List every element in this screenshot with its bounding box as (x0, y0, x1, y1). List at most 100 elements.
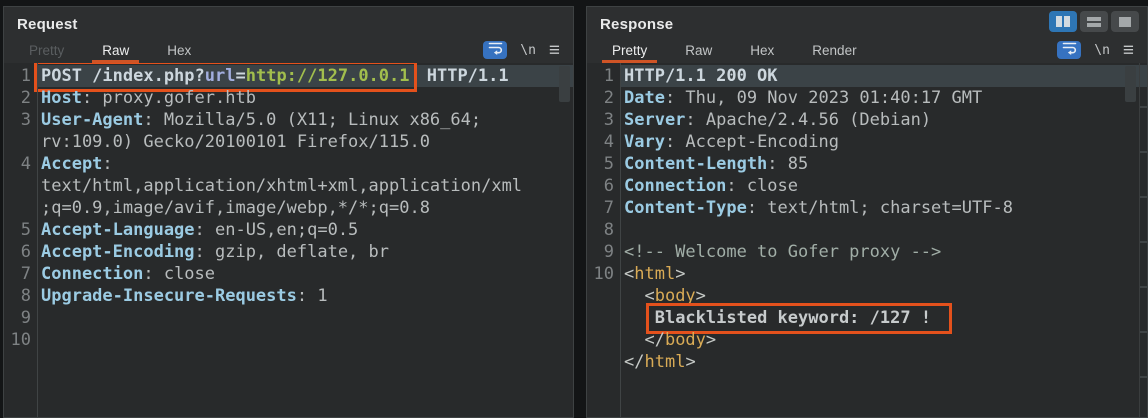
line-number: 8 (603, 220, 614, 240)
line-number: 9 (20, 308, 31, 328)
code-line: Blacklisted keyword: /127 ! (587, 303, 1147, 334)
line-content (37, 329, 573, 351)
line-number (4, 175, 37, 197)
code-segment: : close (726, 176, 799, 196)
response-panel-title: Response (600, 16, 674, 33)
word-wrap-icon (1062, 41, 1077, 60)
line-number: 1 (20, 66, 31, 86)
code-segment: http://127.0.0.1 (245, 66, 410, 86)
show-newlines-toggle[interactable]: \n (520, 43, 536, 58)
code-segment: Blacklisted keyword: /127 ! (654, 308, 932, 328)
line-content (37, 307, 573, 329)
line-content: Accept-Language: en-US,en;q=0.5 (37, 219, 573, 241)
response-scrollbar-thumb[interactable] (1125, 66, 1136, 102)
gutter-divider (37, 63, 38, 417)
code-line: </html> (587, 351, 1147, 373)
code-segment: Connection (624, 176, 727, 196)
code-segment: Connection (41, 264, 144, 284)
editor-menu-icon[interactable]: ≡ (1123, 41, 1134, 60)
code-segment: : Apache/2.4.56 (Debian) (685, 110, 932, 130)
tab-pretty[interactable]: Pretty (601, 37, 658, 63)
response-panel-header: Response (587, 7, 1147, 37)
request-tab-controls: \n ≡ (483, 41, 573, 60)
request-scrollbar-thumb[interactable] (559, 66, 570, 102)
gutter-divider (620, 63, 621, 417)
code-segment: HTTP/1.1 200 OK (624, 66, 778, 86)
editor-menu-icon[interactable]: ≡ (549, 41, 560, 60)
tab-raw[interactable]: Raw (92, 37, 140, 63)
layout-buttons (1049, 11, 1139, 32)
code-line: 2 Date: Thu, 09 Nov 2023 01:40:17 GMT (587, 87, 1147, 109)
line-content: Date: Thu, 09 Nov 2023 01:40:17 GMT (620, 87, 1147, 109)
code-segment: : text/html; charset=UTF-8 (746, 198, 1013, 218)
code-line: 5 Content-Length: 85 (587, 153, 1147, 175)
request-tabbar: Pretty Raw Hex \n ≡ (4, 37, 573, 63)
line-number (4, 131, 37, 153)
line-number (587, 329, 620, 351)
code-line: 3 Server: Apache/2.4.56 (Debian) (587, 109, 1147, 131)
code-segment: User-Agent (41, 110, 144, 130)
code-segment: Content-Length (624, 154, 768, 174)
line-content: Server: Apache/2.4.56 (Debian) (620, 109, 1147, 131)
tab-pretty[interactable]: Pretty (21, 37, 72, 63)
code-line: 10 (4, 329, 573, 351)
layout-btn-columns-view[interactable] (1049, 11, 1077, 32)
show-newlines-toggle[interactable]: \n (1094, 43, 1110, 58)
code-line: 8 Upgrade-Insecure-Requests: 1 (4, 285, 573, 307)
code-segment: </ (624, 330, 665, 350)
code-segment: Date (624, 88, 665, 108)
layout-btn-single-view[interactable] (1111, 11, 1139, 32)
code-line: 1 HTTP/1.1 200 OK (587, 65, 1147, 87)
code-segment: Accept (41, 154, 103, 174)
code-segment: : gzip, deflate, br (194, 242, 389, 262)
line-number: 2 (20, 88, 31, 108)
tab-raw[interactable]: Raw (677, 37, 720, 63)
code-line: 6 Accept-Encoding: gzip, deflate, br (4, 241, 573, 263)
code-line: 4 Accept: (4, 153, 573, 175)
code-line: 3 User-Agent: Mozilla/5.0 (X11; Linux x86… (4, 109, 573, 131)
code-segment: Upgrade-Insecure-Requests (41, 286, 297, 306)
code-segment: body (664, 330, 706, 350)
word-wrap-button[interactable] (483, 41, 508, 59)
response-editor[interactable]: 1 HTTP/1.1 200 OK 2 Date: Thu, 09 Nov 2023 … (587, 63, 1147, 417)
code-segment: : close (143, 264, 216, 284)
response-tabs: Pretty Raw Hex Render (593, 37, 876, 63)
layout-btn-rows-view[interactable] (1080, 11, 1108, 32)
code-segment: : (102, 154, 113, 174)
code-segment: Content-Type (624, 198, 747, 218)
line-content: <html> (620, 263, 1147, 285)
code-line: text/html,application/xhtml+xml,applicat… (4, 175, 573, 197)
code-line: 5 Accept-Language: en-US,en;q=0.5 (4, 219, 573, 241)
line-number: 2 (603, 88, 614, 108)
line-content: Connection: close (620, 175, 1147, 197)
code-line: 9 (4, 307, 573, 329)
line-number (587, 351, 620, 373)
code-segment: Vary (624, 132, 665, 152)
tab-render[interactable]: Render (804, 37, 864, 63)
line-content: Accept-Encoding: gzip, deflate, br (37, 241, 573, 263)
message-editor-split-view: Request Pretty Raw Hex \n ≡ 1 POST /inde… (0, 0, 1148, 418)
line-number: 8 (20, 286, 31, 306)
line-number (587, 307, 620, 329)
code-segment: > (685, 352, 696, 372)
line-number: 1 (603, 66, 614, 86)
code-line: 7 Content-Type: text/html; charset=UTF-8 (587, 197, 1147, 219)
tab-hex[interactable]: Hex (159, 37, 199, 63)
line-number: 10 (10, 330, 31, 350)
tab-hex[interactable]: Hex (742, 37, 782, 63)
line-number: 5 (603, 154, 614, 174)
line-content: Vary: Accept-Encoding (620, 131, 1147, 153)
columns-view-icon-bar (1064, 16, 1070, 27)
code-line: ;q=0.9,image/avif,image/webp,*/*;q=0.8 (4, 197, 573, 219)
word-wrap-button[interactable] (1057, 41, 1082, 60)
line-number (587, 285, 620, 307)
code-segment: <!-- Welcome to Gofer proxy --> (624, 242, 942, 262)
line-number: 3 (20, 110, 31, 130)
response-tab-controls: \n ≡ (1057, 41, 1147, 60)
line-content: <!-- Welcome to Gofer proxy --> (620, 241, 1147, 263)
code-segment: text/html,application/xhtml+xml,applicat… (41, 176, 523, 196)
request-code: 1 POST /index.php?url=http://127.0.0.1 HT… (4, 63, 573, 351)
line-content: Content-Length: 85 (620, 153, 1147, 175)
code-segment: Host (41, 88, 82, 108)
request-editor[interactable]: 1 POST /index.php?url=http://127.0.0.1 HT… (4, 63, 573, 417)
